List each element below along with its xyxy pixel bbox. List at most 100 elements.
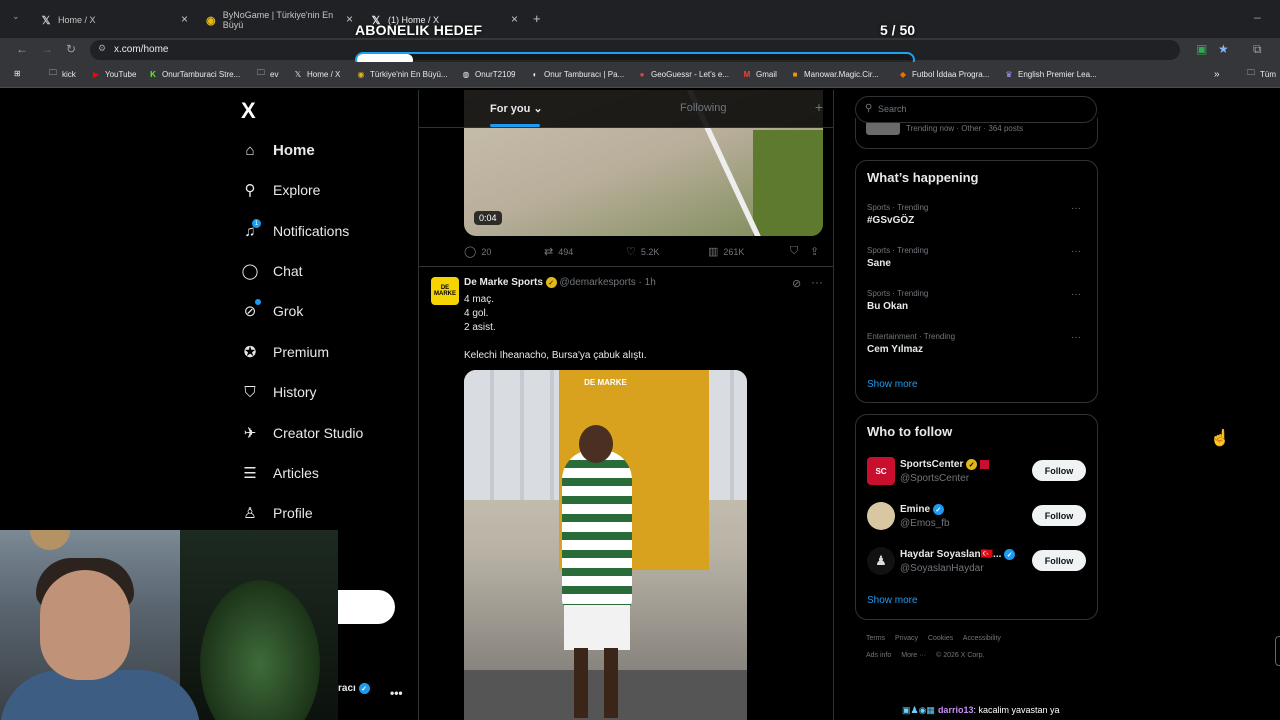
bookmark-youtube[interactable]: ▶ YouTube	[91, 69, 137, 79]
footer-link[interactable]: Privacy	[895, 635, 918, 642]
extensions-puzzle-icon[interactable]: ⧉	[1253, 42, 1262, 57]
bookmark-ev[interactable]: 🗀 ev	[256, 68, 278, 79]
search-icon: ⚲	[244, 182, 256, 199]
footer-link[interactable]: Terms	[866, 635, 885, 642]
bookmark-futbol-iddaa[interactable]: ◆ Futbol İddaa Progra...	[898, 69, 989, 79]
bookmark-gmail[interactable]: M Gmail	[742, 69, 777, 79]
footer-link[interactable]: Accessibility	[963, 635, 1001, 642]
bookmark-manowar[interactable]: ■ Manowar.Magic.Cir...	[790, 69, 879, 79]
more-icon[interactable]: ···	[1071, 332, 1081, 343]
close-icon[interactable]: ×	[181, 12, 188, 26]
show-more-link[interactable]: Show more	[867, 595, 918, 606]
trend-item[interactable]: Sports · Trending #GSvGÖZ ···	[867, 203, 1089, 226]
close-icon[interactable]: ×	[346, 12, 353, 26]
search-input[interactable]: ⚲ Search	[855, 96, 1097, 123]
star-icon[interactable]: ★	[1218, 42, 1229, 56]
nav-chat[interactable]: ◯ Chat	[241, 262, 303, 280]
nav-articles[interactable]: ☰ Articles	[241, 464, 319, 482]
tab-search-icon[interactable]: ⌄	[12, 11, 20, 22]
account-switcher[interactable]: racı ✓	[338, 683, 370, 694]
bookmark-button[interactable]: ⛉	[790, 245, 803, 258]
nav-profile[interactable]: ♙ Profile	[241, 504, 312, 522]
trend-item[interactable]: Entertainment · Trending Cem Yılmaz ···	[867, 332, 1089, 355]
more-icon[interactable]: ···	[1071, 203, 1081, 214]
nav-label: Notifications	[273, 223, 350, 239]
trend-name: Bu Okan	[867, 301, 909, 312]
repost-count: 494	[558, 246, 574, 257]
show-more-link[interactable]: Show more	[867, 379, 918, 390]
follow-suggestion[interactable]: ♟ Haydar Soyaslan🇹🇷... ✓ @SoyaslanHaydar…	[867, 547, 1089, 579]
nav-notifications[interactable]: ♫ 1 Notifications	[241, 219, 350, 240]
post-button[interactable]	[338, 590, 395, 624]
follow-button[interactable]: Follow	[1032, 505, 1086, 526]
nav-grok[interactable]: ⊘ Grok	[241, 299, 303, 320]
bookmark-onurt2109[interactable]: ◍ OnurT2109	[461, 69, 516, 79]
chevron-down-icon: ⌄	[533, 103, 543, 115]
tweet-line: Kelechi Iheanacho, Bursa'ya çabuk alıştı…	[464, 350, 647, 361]
minimize-icon[interactable]: –	[1254, 10, 1261, 24]
gmail-icon: M	[743, 69, 751, 79]
like-count: 5.2K	[640, 246, 660, 257]
x-logo-icon[interactable]: X	[241, 98, 256, 124]
side-panel-handle[interactable]	[1275, 636, 1280, 666]
more-icon[interactable]: ···	[1071, 289, 1081, 300]
grok-icon[interactable]: ⊘	[792, 277, 801, 290]
apps-icon[interactable]: ⊞	[14, 69, 21, 78]
bookmark-home-x[interactable]: 𝕏 Home / X	[293, 69, 341, 79]
suggestion-name: SportsCenter ✓	[900, 459, 989, 470]
tab-bynogame[interactable]: ◉ ByNoGame | Türkiye'nin En Büyü ×	[205, 8, 353, 32]
site-info-icon[interactable]: ⚙	[98, 43, 106, 54]
tweet-avatar[interactable]: DE MARKE	[431, 277, 459, 305]
nav-explore[interactable]: ⚲ Explore	[241, 181, 321, 199]
nav-history[interactable]: ⛉ History	[241, 383, 316, 401]
like-button[interactable]: ♡ 5.2K	[626, 245, 659, 258]
account-more-icon[interactable]: •••	[390, 686, 403, 700]
verified-icon: ✓	[358, 683, 370, 694]
close-icon[interactable]: ×	[511, 12, 518, 26]
tab-following[interactable]: Following	[680, 102, 726, 114]
bookmark-bynogame[interactable]: ◉ Türkiye'nin En Büyü...	[356, 69, 448, 79]
follow-button[interactable]: Follow	[1032, 460, 1086, 481]
bookmark-label: English Premier Lea...	[1018, 69, 1097, 79]
rocket-icon: ✈	[243, 425, 257, 442]
add-feed-button[interactable]: +	[815, 99, 823, 115]
bookmark-onur-tamburaci-page[interactable]: ◐ Onur Tamburacı | Pa...	[530, 69, 625, 79]
more-icon[interactable]: ···	[1071, 246, 1081, 257]
footer-link[interactable]: Cookies	[928, 635, 953, 642]
nav-home[interactable]: ⌂ Home	[241, 141, 314, 159]
bookmark-geoguessr[interactable]: ● GeoGuessr - Let's e...	[637, 69, 729, 79]
follow-button[interactable]: Follow	[1032, 550, 1086, 571]
bookmark-kick[interactable]: 🗀 kick	[48, 68, 76, 79]
reload-icon[interactable]: ↻	[66, 42, 76, 56]
chat-badges-icon: ▣♟◉▦	[902, 705, 935, 715]
home-icon: ⌂	[245, 141, 255, 159]
nav-premium[interactable]: ✪ Premium	[241, 343, 329, 361]
tweet-author-name[interactable]: De Marke Sports	[464, 277, 543, 288]
bookmarks-overflow-button[interactable]: »	[1214, 69, 1220, 80]
views-button[interactable]: ▥ 261K	[708, 245, 744, 258]
bookmark-onurtamburaci-stream[interactable]: K OnurTamburaci Stre...	[148, 69, 240, 79]
tweet-handle[interactable]: @demarkesports · 1h	[559, 277, 655, 288]
new-tab-button[interactable]: +	[533, 11, 541, 26]
repost-button[interactable]: ⇄ 494	[544, 245, 573, 258]
bookmark-all[interactable]: 🗀 Tüm	[1246, 68, 1276, 79]
footer-link[interactable]: Ads info	[866, 652, 891, 659]
follow-suggestion[interactable]: SC SportsCenter ✓ @SportsCenter Follow	[867, 457, 1089, 489]
more-icon[interactable]: ···	[811, 275, 823, 289]
tweet-header: De Marke Sports ✓ @demarkesports · 1h	[464, 277, 656, 288]
tab-for-you[interactable]: For you ⌄	[490, 102, 543, 115]
share-button[interactable]: ⇪	[810, 245, 824, 258]
forward-icon[interactable]: →	[41, 42, 53, 56]
reply-button[interactable]: ◯ 20	[464, 245, 491, 258]
bookmark-premier-league[interactable]: ♛ English Premier Lea...	[1004, 69, 1097, 79]
follow-suggestion[interactable]: Emine ✓ @Emos_fb Follow	[867, 502, 1089, 534]
footer-link[interactable]: More ···	[901, 652, 926, 659]
trend-item[interactable]: Sports · Trending Sane ···	[867, 246, 1089, 269]
extension-icon[interactable]: ▣	[1196, 42, 1207, 56]
bookmark-label: GeoGuessr - Let's e...	[651, 69, 730, 79]
back-icon[interactable]: ←	[16, 42, 28, 56]
tab-home-x[interactable]: 𝕏 Home / X ×	[40, 8, 188, 32]
trend-item[interactable]: Sports · Trending Bu Okan ···	[867, 289, 1089, 312]
nav-creator-studio[interactable]: ✈ Creator Studio	[241, 424, 364, 442]
tweet-image[interactable]: DE MARKE	[464, 370, 747, 720]
